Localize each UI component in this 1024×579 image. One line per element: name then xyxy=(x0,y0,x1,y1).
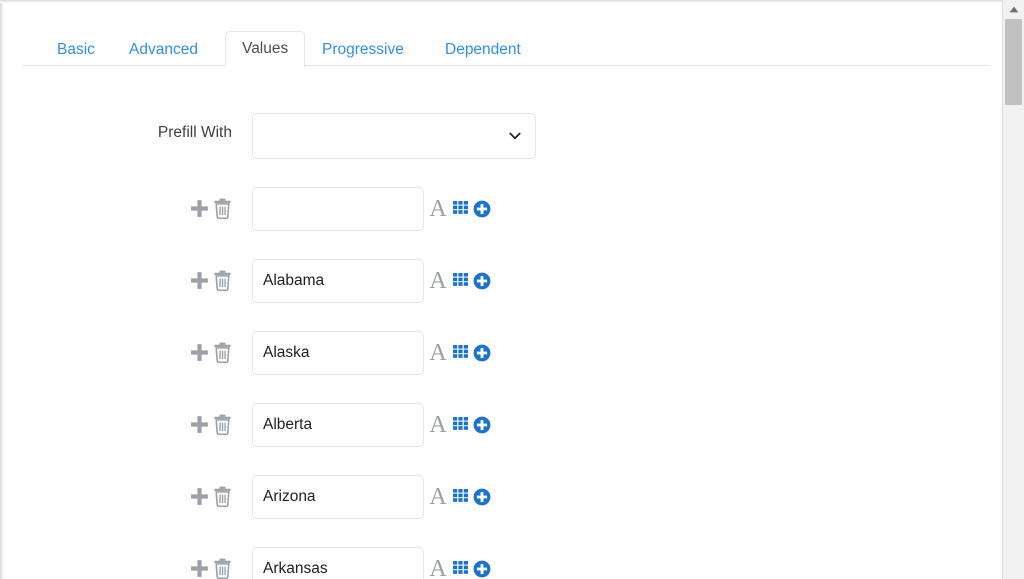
grid-dots-icon[interactable] xyxy=(453,417,472,433)
font-a-icon[interactable]: A xyxy=(428,485,448,509)
tab-label: Progressive xyxy=(322,40,404,58)
value-input[interactable] xyxy=(252,331,424,375)
circle-plus-icon[interactable] xyxy=(473,416,491,434)
value-input[interactable] xyxy=(252,547,424,579)
plus-icon[interactable] xyxy=(189,414,210,435)
value-input[interactable] xyxy=(252,259,424,303)
values-list: A A A A A A xyxy=(4,187,972,579)
value-row: A xyxy=(4,403,972,475)
value-input[interactable] xyxy=(252,475,424,519)
chevron-down-icon xyxy=(508,129,522,143)
grid-dots-icon[interactable] xyxy=(453,273,472,289)
circle-plus-icon[interactable] xyxy=(473,560,491,578)
plus-icon[interactable] xyxy=(189,198,210,219)
plus-icon[interactable] xyxy=(189,558,210,579)
plus-icon[interactable] xyxy=(189,342,210,363)
trash-icon[interactable] xyxy=(213,270,232,292)
font-a-icon[interactable]: A xyxy=(428,413,448,437)
font-a-icon[interactable]: A xyxy=(428,557,448,579)
tab-dependent[interactable]: Dependent xyxy=(428,33,538,66)
font-a-icon[interactable]: A xyxy=(428,197,448,221)
font-a-icon[interactable]: A xyxy=(428,269,448,293)
scroll-up-arrow-icon[interactable] xyxy=(1003,0,1024,18)
value-input[interactable] xyxy=(252,187,424,231)
font-a-icon[interactable]: A xyxy=(428,341,448,365)
grid-dots-icon[interactable] xyxy=(453,561,472,577)
tab-bar: Basic Advanced Values Progressive Dependent xyxy=(22,17,990,67)
value-row: A xyxy=(4,547,972,579)
value-row: A xyxy=(4,187,972,259)
value-row: A xyxy=(4,259,972,331)
grid-dots-icon[interactable] xyxy=(453,489,472,505)
content-viewport: Basic Advanced Values Progressive Dependent … xyxy=(4,3,1002,579)
trash-icon[interactable] xyxy=(213,558,232,579)
circle-plus-icon[interactable] xyxy=(473,272,491,290)
tab-basic[interactable]: Basic xyxy=(40,33,112,66)
tab-label: Advanced xyxy=(129,40,198,58)
scrollbar-thumb[interactable] xyxy=(1005,19,1022,105)
tab-progressive[interactable]: Progressive xyxy=(305,33,421,66)
circle-plus-icon[interactable] xyxy=(473,200,491,218)
trash-icon[interactable] xyxy=(213,486,232,508)
prefill-with-select[interactable] xyxy=(252,113,536,159)
grid-dots-icon[interactable] xyxy=(453,201,472,217)
tab-values[interactable]: Values xyxy=(225,31,306,67)
prefill-with-row: Prefill With xyxy=(4,113,972,163)
value-row: A xyxy=(4,475,972,547)
value-row: A xyxy=(4,331,972,403)
circle-plus-icon[interactable] xyxy=(473,488,491,506)
circle-plus-icon[interactable] xyxy=(473,344,491,362)
vertical-scrollbar[interactable] xyxy=(1002,0,1024,579)
tab-label: Values xyxy=(242,40,289,58)
trash-icon[interactable] xyxy=(213,342,232,364)
value-input[interactable] xyxy=(252,403,424,447)
plus-icon[interactable] xyxy=(189,270,210,291)
tab-label: Basic xyxy=(57,40,95,58)
grid-dots-icon[interactable] xyxy=(453,345,472,361)
tab-advanced[interactable]: Advanced xyxy=(112,33,215,66)
prefill-with-label: Prefill With xyxy=(157,124,232,141)
application-window: Basic Advanced Values Progressive Dependent … xyxy=(0,0,1024,579)
trash-icon[interactable] xyxy=(213,414,232,436)
plus-icon[interactable] xyxy=(189,486,210,507)
tab-label: Dependent xyxy=(445,40,521,58)
trash-icon[interactable] xyxy=(213,198,232,220)
